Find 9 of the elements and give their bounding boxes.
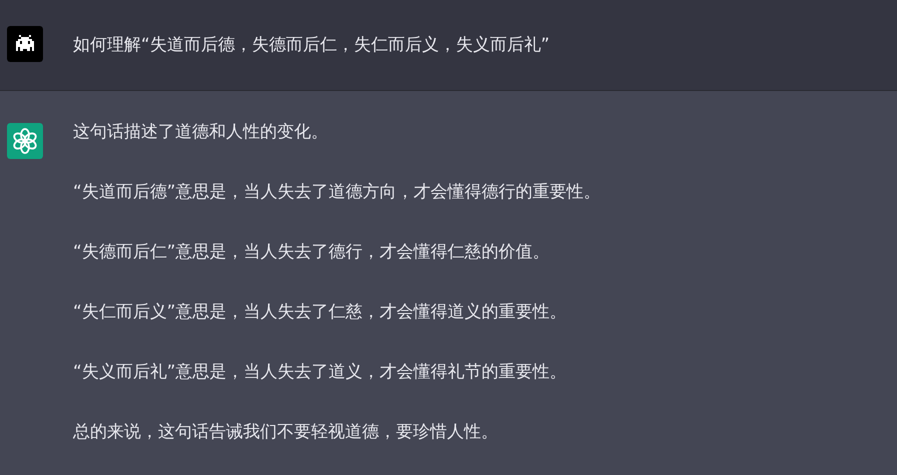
answer-paragraph: “失道而后德”意思是，当人失去了道德方向，才会懂得德行的重要性。 xyxy=(73,181,602,204)
answer-paragraph: “失德而后仁”意思是，当人失去了德行，才会懂得仁慈的价值。 xyxy=(73,241,551,264)
knot-logo-icon xyxy=(7,123,43,159)
question-text: 如何理解“失道而后德，失德而后仁，失仁而后义，失义而后礼” xyxy=(73,34,550,57)
invader-avatar-icon xyxy=(7,26,43,62)
answer-paragraph: “失仁而后义”意思是，当人失去了仁慈，才会懂得道义的重要性。 xyxy=(73,301,568,324)
answer-paragraph: 总的来说，这句话告诫我们不要轻视道德，要珍惜人性。 xyxy=(73,421,499,444)
answer-paragraph: “失义而后礼”意思是，当人失去了道义，才会懂得礼节的重要性。 xyxy=(73,361,568,384)
answer-paragraph: 这句话描述了道德和人性的变化。 xyxy=(73,121,329,144)
